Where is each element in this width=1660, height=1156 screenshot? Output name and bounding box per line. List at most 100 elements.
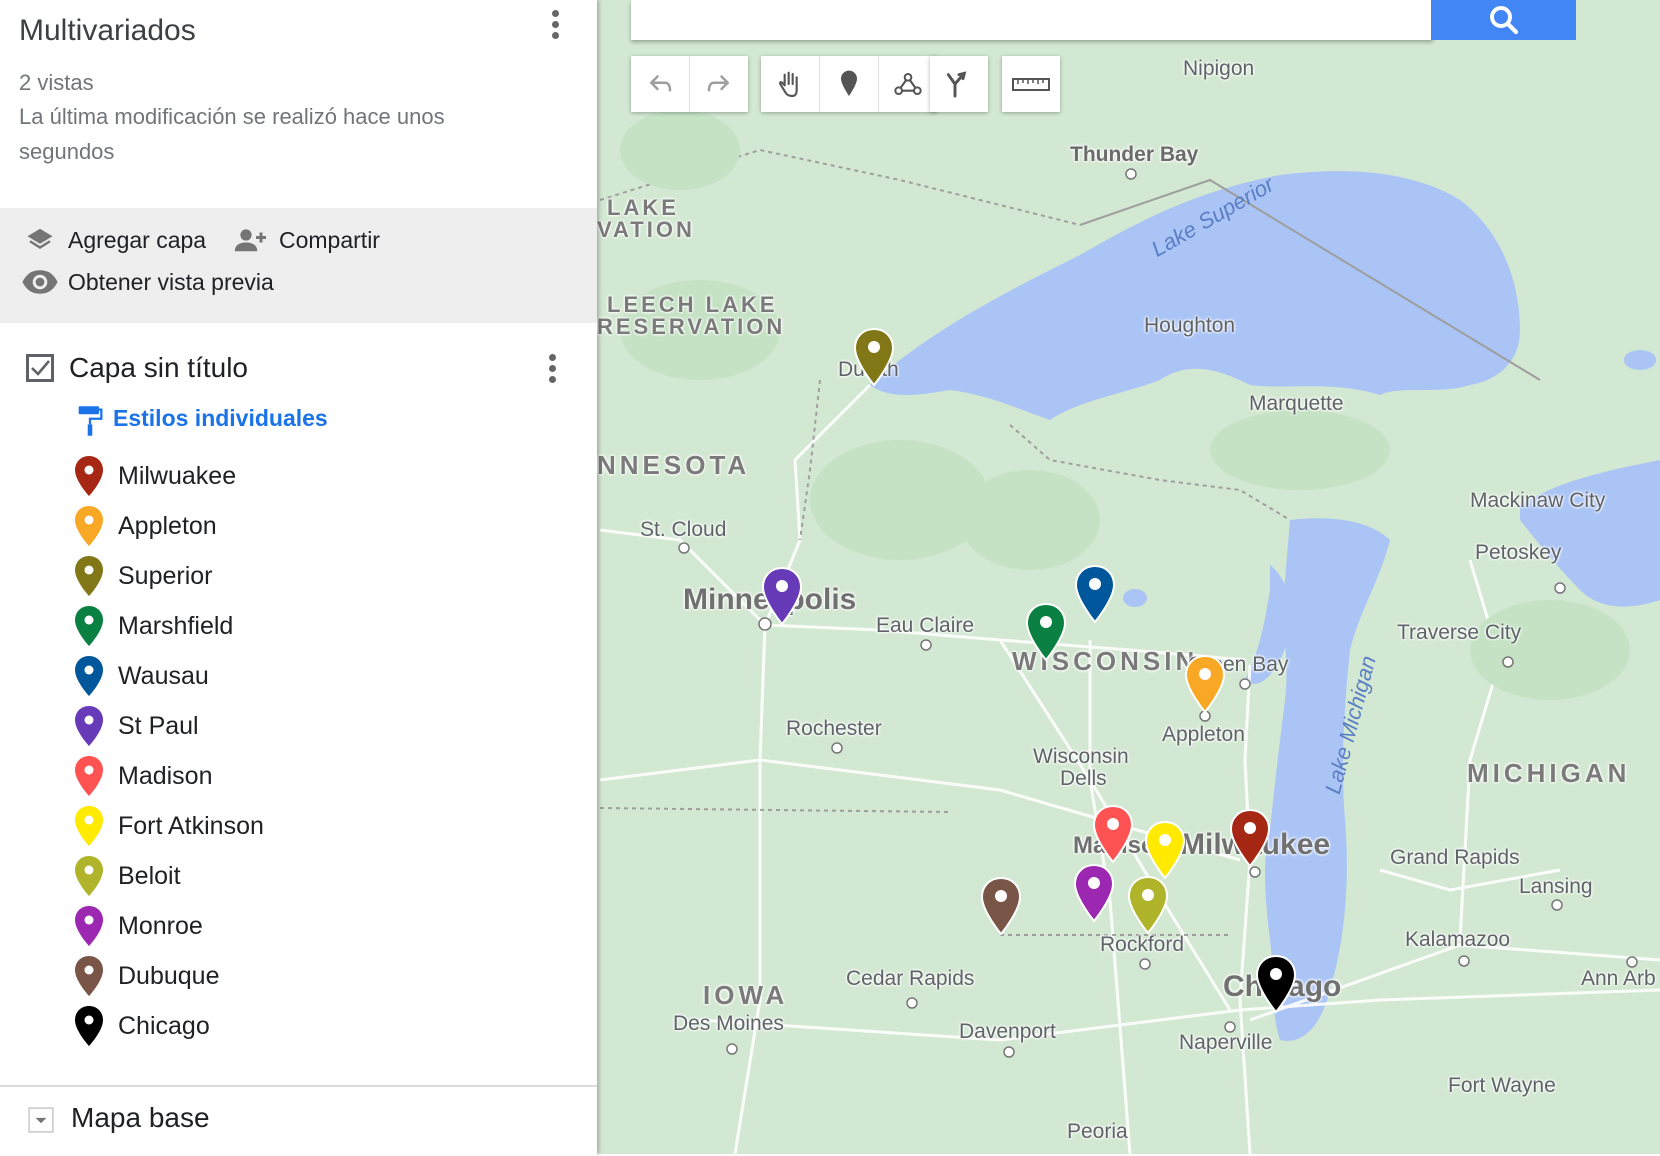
- legend-item[interactable]: Chicago: [72, 1004, 210, 1048]
- add-person-icon: [234, 229, 266, 252]
- individual-styles-link[interactable]: Estilos individuales: [113, 405, 328, 432]
- legend-item[interactable]: Milwuakee: [72, 454, 236, 498]
- legend-item-label: Appleton: [118, 511, 217, 540]
- layer-title[interactable]: Capa sin título: [69, 352, 248, 384]
- map-label-minnesota: NNESOTA: [597, 450, 751, 480]
- map-options-menu-icon[interactable]: [543, 6, 567, 46]
- map-label-appleton: Appleton: [1162, 723, 1245, 746]
- map-marker-beloit[interactable]: [1127, 875, 1169, 935]
- map-label-iowa: IOWA: [703, 980, 789, 1010]
- legend-item-label: Beloit: [118, 861, 181, 890]
- search-icon: [1489, 6, 1518, 35]
- eye-icon: [22, 270, 58, 294]
- map-label-fort-wayne: Fort Wayne: [1448, 1074, 1556, 1097]
- legend-item[interactable]: Monroe: [72, 904, 203, 948]
- marker-icon: [75, 506, 103, 546]
- legend-item[interactable]: Wausau: [72, 654, 209, 698]
- map-label-dells: Dells: [1060, 767, 1107, 790]
- legend-item[interactable]: Madison: [72, 754, 213, 798]
- map-label-marquette: Marquette: [1249, 392, 1344, 415]
- marker-icon: [75, 856, 103, 896]
- marker-icon: [75, 456, 103, 496]
- toolbar-history: [631, 56, 748, 112]
- marker-icon: [75, 756, 103, 796]
- legend-item-label: Milwuakee: [118, 461, 237, 490]
- preview-label: Obtener vista previa: [68, 268, 274, 295]
- map-label-st-cloud: St. Cloud: [640, 518, 727, 541]
- map-label-des-moines: Des Moines: [673, 1012, 784, 1035]
- draw-line-button[interactable]: [879, 56, 937, 112]
- legend-item[interactable]: Appleton: [72, 504, 217, 548]
- map-label-traverse-city: Traverse City: [1397, 621, 1522, 644]
- pan-tool-button[interactable]: [761, 56, 820, 112]
- paint-roller-icon: [78, 406, 103, 436]
- last-modified-2: segundos: [19, 139, 115, 164]
- legend-item[interactable]: Beloit: [72, 854, 181, 898]
- legend-item[interactable]: Superior: [72, 554, 213, 598]
- legend-item[interactable]: Fort Atkinson: [72, 804, 264, 848]
- map-marker-dubuque[interactable]: [980, 876, 1022, 936]
- toolbar-measure: [1002, 56, 1060, 112]
- legend-item-label: Superior: [118, 561, 213, 590]
- layer-options-menu-icon[interactable]: [540, 350, 564, 390]
- map-label-wisconsin-dells: Wisconsin: [1033, 745, 1129, 768]
- search-button[interactable]: [1431, 0, 1576, 40]
- last-modified: La última modificación se realizó hace u…: [19, 104, 445, 129]
- map-label-thunder-bay: Thunder Bay: [1070, 143, 1199, 166]
- line-icon: [894, 73, 922, 95]
- legend-item-label: Dubuque: [118, 961, 220, 990]
- legend-item[interactable]: St Paul: [72, 704, 199, 748]
- map-label-michigan: MICHIGAN: [1467, 758, 1631, 788]
- ruler-icon: [1012, 78, 1050, 91]
- map-marker-chicago[interactable]: [1255, 954, 1297, 1014]
- map-marker-appleton[interactable]: [1184, 654, 1226, 714]
- preview-button[interactable]: Obtener vista previa: [20, 267, 274, 297]
- map-label-naperville: Naperville: [1179, 1031, 1273, 1054]
- map-marker-monroe[interactable]: [1073, 863, 1115, 923]
- toolbar-tools: [761, 56, 937, 112]
- map-label-ann-arbor: Ann Arb: [1581, 967, 1656, 990]
- legend-item-label: Wausau: [118, 661, 209, 690]
- map-label-petoskey: Petoskey: [1475, 541, 1562, 564]
- legend-item[interactable]: Marshfield: [72, 604, 233, 648]
- map-label-mackinaw-city: Mackinaw City: [1470, 489, 1606, 512]
- measure-button[interactable]: [1002, 56, 1060, 112]
- map-label-grand-rapids: Grand Rapids: [1390, 846, 1520, 869]
- directions-button[interactable]: [930, 56, 988, 112]
- views-count: 2 vistas: [19, 70, 94, 95]
- map-marker-madison[interactable]: [1092, 804, 1134, 864]
- map-marker-milwaukee[interactable]: [1229, 808, 1271, 868]
- map-marker-marshfield[interactable]: [1025, 602, 1067, 662]
- legend-item[interactable]: Dubuque: [72, 954, 219, 998]
- checkmark-icon: [31, 360, 50, 376]
- map-marker-wausau[interactable]: [1074, 564, 1116, 624]
- map-label-peoria: Peoria: [1067, 1120, 1128, 1143]
- map-label-rochester: Rochester: [786, 717, 882, 740]
- route-icon: [946, 71, 967, 98]
- legend-item-label: Chicago: [118, 1011, 210, 1040]
- share-button[interactable]: Compartir: [231, 225, 380, 255]
- legend-item-label: Monroe: [118, 911, 203, 940]
- legend-item-label: Madison: [118, 761, 213, 790]
- undo-button[interactable]: [631, 56, 690, 112]
- redo-button[interactable]: [690, 56, 748, 112]
- chevron-down-icon[interactable]: [28, 1107, 54, 1133]
- marker-icon: [75, 706, 103, 746]
- layer-actions: Agregar capa Compartir Obtener vista pre…: [0, 208, 597, 323]
- marker-icon: [841, 70, 857, 96]
- layer-visibility-checkbox[interactable]: [26, 354, 54, 382]
- map-marker-fort-atkinson[interactable]: [1144, 820, 1186, 880]
- map-label-davenport: Davenport: [959, 1020, 1056, 1043]
- add-layer-button[interactable]: Agregar capa: [20, 225, 206, 255]
- redo-icon: [707, 75, 729, 92]
- base-map-section[interactable]: Mapa base: [0, 1085, 597, 1156]
- map-label-houghton: Houghton: [1144, 314, 1236, 337]
- legend-item-label: St Paul: [118, 711, 199, 740]
- map-marker-st-paul[interactable]: [761, 566, 803, 626]
- map-marker-superior[interactable]: [853, 327, 895, 387]
- search-input[interactable]: [631, 0, 1433, 40]
- add-marker-button[interactable]: [820, 56, 879, 112]
- map-title[interactable]: Multivariados: [19, 14, 196, 48]
- layers-icon: [27, 228, 53, 249]
- side-panel: Multivariados 2 vistas La última modific…: [0, 0, 597, 1156]
